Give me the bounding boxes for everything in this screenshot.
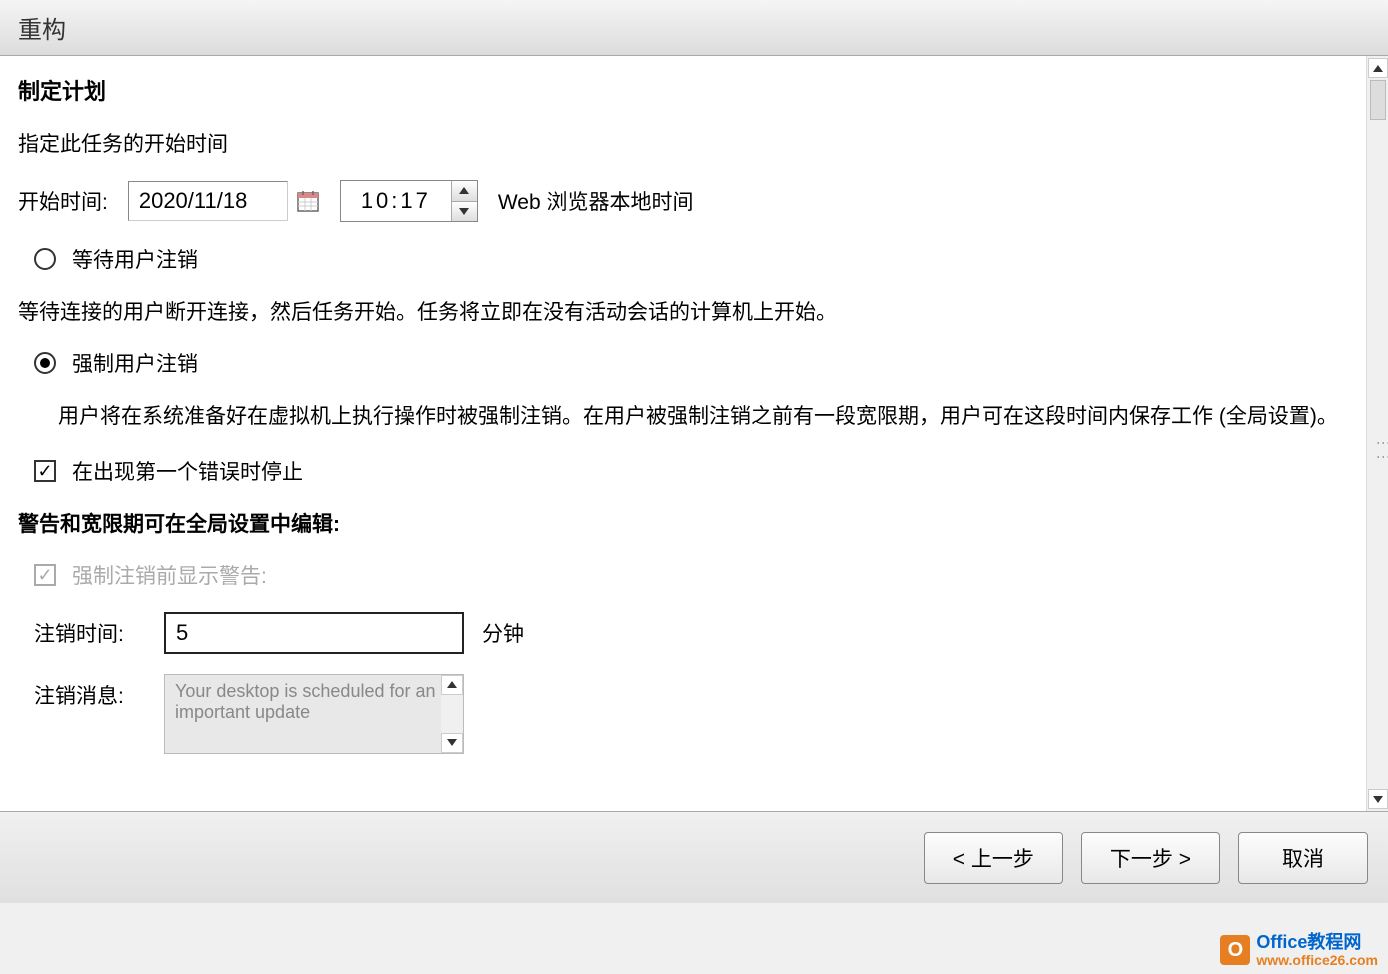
time-spinner	[451, 181, 477, 221]
checkbox-stop-on-error[interactable]: ✓ 在出现第一个错误时停止	[34, 456, 1348, 486]
dialog-title-bar: 重构	[0, 0, 1388, 56]
textarea-scrollbar[interactable]	[441, 675, 463, 753]
force-description: 用户将在系统准备好在虚拟机上执行操作时被强制注销。在用户被强制注销之前有一段宽限…	[58, 400, 1348, 434]
section-subtitle: 指定此任务的开始时间	[18, 128, 1348, 158]
stop-error-label: 在出现第一个错误时停止	[72, 456, 303, 486]
watermark-text: Office教程网 www.office26.com	[1256, 933, 1378, 968]
time-spin-up[interactable]	[452, 181, 477, 202]
resize-handle-icon[interactable]: ⋮⋮	[1376, 436, 1388, 464]
dialog-footer: < 上一步 下一步 > 取消	[0, 811, 1388, 903]
prev-button[interactable]: < 上一步	[924, 832, 1063, 884]
vertical-scrollbar[interactable]	[1366, 56, 1388, 811]
main-content: 制定计划 指定此任务的开始时间 开始时间:	[0, 56, 1366, 811]
logout-time-input[interactable]	[164, 612, 464, 654]
logout-msg-label: 注销消息:	[34, 674, 164, 710]
logout-msg-row: 注销消息: Your desktop is scheduled for an i…	[34, 674, 1348, 760]
next-button[interactable]: 下一步 >	[1081, 832, 1220, 884]
logout-msg-textarea: Your desktop is scheduled for an importa…	[164, 674, 464, 754]
calendar-icon[interactable]	[296, 189, 320, 213]
show-warning-label: 强制注销前显示警告:	[72, 560, 267, 590]
radio-wait-label: 等待用户注销	[72, 244, 198, 274]
wait-description: 等待连接的用户断开连接，然后任务开始。任务将立即在没有活动会话的计算机上开始。	[18, 296, 1348, 326]
cancel-button[interactable]: 取消	[1238, 832, 1368, 884]
content-area: 制定计划 指定此任务的开始时间 开始时间:	[0, 56, 1388, 811]
radio-force-label: 强制用户注销	[72, 348, 198, 378]
checkbox-show-warning: ✓ 强制注销前显示警告:	[34, 560, 1348, 590]
time-input-wrap	[340, 180, 478, 222]
watermark: O Office教程网 www.office26.com	[1220, 933, 1378, 968]
checkbox-disabled-icon: ✓	[34, 564, 56, 586]
scroll-down-icon[interactable]	[1368, 789, 1388, 809]
radio-force-logout[interactable]: 强制用户注销	[34, 348, 1348, 378]
watermark-logo-icon: O	[1220, 935, 1250, 965]
watermark-line2: www.office26.com	[1256, 953, 1378, 968]
radio-unselected-icon	[34, 248, 56, 270]
time-spin-down[interactable]	[452, 202, 477, 222]
scroll-thumb[interactable]	[1370, 80, 1386, 120]
start-time-label: 开始时间:	[18, 186, 108, 216]
radio-wait-logout[interactable]: 等待用户注销	[34, 244, 1348, 274]
ta-scroll-track[interactable]	[441, 695, 463, 733]
logout-time-row: 注销时间: 分钟	[34, 612, 1348, 654]
warning-section-title: 警告和宽限期可在全局设置中编辑:	[18, 508, 1348, 538]
ta-scroll-up-icon[interactable]	[441, 675, 463, 695]
scroll-up-icon[interactable]	[1368, 58, 1388, 78]
dialog-title: 重构	[18, 17, 66, 44]
checkbox-checked-icon: ✓	[34, 460, 56, 482]
timezone-label: Web 浏览器本地时间	[498, 186, 694, 216]
logout-time-label: 注销时间:	[34, 612, 164, 648]
ta-scroll-down-icon[interactable]	[441, 733, 463, 753]
logout-time-unit: 分钟	[482, 612, 524, 648]
time-input[interactable]	[341, 181, 451, 221]
watermark-line1: Office教程网	[1256, 933, 1378, 953]
logout-msg-wrap: Your desktop is scheduled for an importa…	[164, 674, 464, 760]
section-heading: 制定计划	[18, 74, 1348, 106]
start-time-row: 开始时间:	[18, 180, 1348, 222]
radio-selected-icon	[34, 352, 56, 374]
date-input[interactable]	[128, 181, 288, 221]
